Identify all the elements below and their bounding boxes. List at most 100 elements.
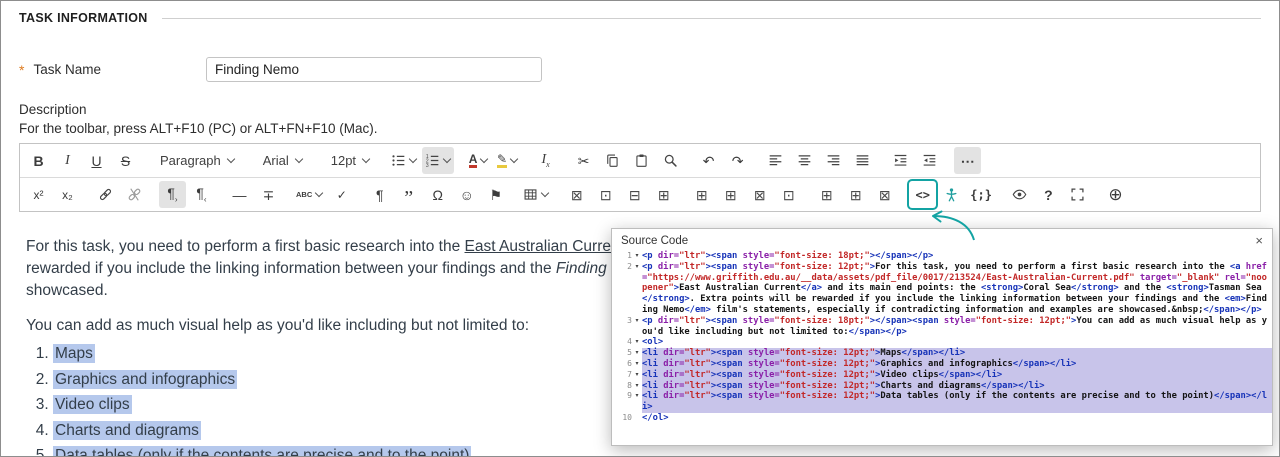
italic-button[interactable]: I xyxy=(54,147,81,174)
subscript-button[interactable]: x₂ xyxy=(54,181,81,208)
line-number: 2 xyxy=(627,261,632,271)
split-cell-button[interactable]: ⊞ xyxy=(650,181,677,208)
background-color-button[interactable]: ✎ xyxy=(494,147,521,174)
insert-row-below-button[interactable]: ⊞ xyxy=(717,181,744,208)
special-character-button[interactable]: Ω xyxy=(424,181,451,208)
source-code-dialog: Source Code × 1 ▾ <p dir="ltr"><span style… xyxy=(611,228,1273,446)
insert-content-icon: ⊕ xyxy=(1108,185,1123,204)
delete-column-icon: ⊠ xyxy=(878,186,891,203)
fold-marker-icon: ▾ xyxy=(635,263,639,270)
spellcheck-toggle-icon: ✓ xyxy=(336,187,347,202)
strikethrough-button[interactable]: S xyxy=(112,147,139,174)
code-sample-button[interactable]: {;} xyxy=(967,181,995,208)
horizontal-rule-button[interactable]: — xyxy=(226,181,253,208)
more-toolbar-options-button[interactable]: ⋯ xyxy=(954,147,982,174)
chevron-down-icon xyxy=(480,154,489,164)
insert-row-above-button[interactable]: ⊞ xyxy=(688,181,715,208)
close-icon[interactable]: × xyxy=(1255,234,1263,247)
blockquote-button[interactable]: ” xyxy=(395,181,422,208)
clear-formatting-button[interactable]: Ix xyxy=(532,147,559,174)
task-name-row: * Task Name xyxy=(19,57,1261,82)
text-color-button[interactable]: A xyxy=(465,147,492,174)
redo-button[interactable]: ↷ xyxy=(724,147,751,174)
align-left-button[interactable] xyxy=(762,147,789,174)
spellcheck-select[interactable]: ABC xyxy=(293,181,326,208)
outdent-icon xyxy=(922,153,937,168)
indent-button[interactable] xyxy=(887,147,914,174)
help-icon: ? xyxy=(1044,186,1053,203)
paste-icon xyxy=(634,153,649,168)
delete-row-button[interactable]: ⊠ xyxy=(746,181,773,208)
insert-row-below-icon: ⊞ xyxy=(724,186,737,203)
anchor-bookmark-button[interactable]: ⚑ xyxy=(482,181,509,208)
cut-button[interactable]: ✂ xyxy=(570,147,597,174)
toolbar-hint: For the toolbar, press ALT+F10 (PC) or A… xyxy=(19,121,378,136)
source-code-dialog-header: Source Code × xyxy=(612,229,1272,249)
line-number: 4 xyxy=(627,337,632,347)
font-family-select[interactable]: Arial xyxy=(253,147,310,174)
align-center-button[interactable] xyxy=(791,147,818,174)
merge-cells-button[interactable]: ⊟ xyxy=(621,181,648,208)
table-select[interactable] xyxy=(520,181,552,208)
task-edit-page: TASK INFORMATION * Task Name Description… xyxy=(0,0,1280,457)
ltr-button[interactable]: ¶› xyxy=(159,181,186,208)
bullet-list-button[interactable] xyxy=(388,147,420,174)
insert-column-before-button[interactable]: ⊞ xyxy=(813,181,840,208)
row-properties-button[interactable]: ⊡ xyxy=(775,181,802,208)
undo-button[interactable]: ↶ xyxy=(695,147,722,174)
font-size-select[interactable]: 12pt xyxy=(321,147,377,174)
insert-content-button[interactable]: ⊕ xyxy=(1102,181,1129,208)
find-replace-button[interactable] xyxy=(657,147,684,174)
spellcheck-toggle-button[interactable]: ✓ xyxy=(328,181,355,208)
remove-link-button[interactable] xyxy=(121,181,148,208)
source-code-button[interactable]: <> xyxy=(909,181,936,208)
outdent-button[interactable] xyxy=(916,147,943,174)
bold-icon: B xyxy=(33,152,44,169)
paragraph-format-select[interactable]: Paragraph xyxy=(150,147,242,174)
fold-marker-icon: ▾ xyxy=(635,339,639,346)
show-invisibles-button[interactable]: ¶ xyxy=(366,181,393,208)
fullscreen-button[interactable] xyxy=(1064,181,1091,208)
undo-icon: ↶ xyxy=(702,152,715,169)
delete-table-button[interactable]: ⊠ xyxy=(563,181,590,208)
background-color-icon: ✎ xyxy=(497,152,508,168)
code-sample-icon: {;} xyxy=(970,187,992,202)
accessibility-checker-button[interactable] xyxy=(938,181,965,208)
selected-text: Maps xyxy=(53,344,95,363)
align-justify-icon xyxy=(855,153,870,168)
help-button[interactable]: ? xyxy=(1035,181,1062,208)
table-cell-properties-button[interactable]: ⊡ xyxy=(592,181,619,208)
align-justify-button[interactable] xyxy=(849,147,876,174)
insert-column-after-button[interactable]: ⊞ xyxy=(842,181,869,208)
line-number: 6 xyxy=(627,358,632,368)
superscript-button[interactable]: x² xyxy=(25,181,52,208)
chevron-down-icon xyxy=(408,154,418,164)
page-break-button[interactable]: ∓ xyxy=(255,181,282,208)
fold-marker-icon: ▾ xyxy=(635,371,639,378)
blockquote-icon: ” xyxy=(404,187,414,209)
paste-button[interactable] xyxy=(628,147,655,174)
task-name-input[interactable] xyxy=(206,57,542,82)
strikethrough-icon: S xyxy=(120,152,131,169)
preview-button[interactable] xyxy=(1006,181,1033,208)
preview-icon xyxy=(1012,187,1027,202)
source-code-editor[interactable]: 1 ▾ <p dir="ltr"><span style="font-size: 1… xyxy=(612,249,1272,439)
code-text: <li dir="ltr"><span style="font-size: 12… xyxy=(642,391,1272,413)
copy-button[interactable] xyxy=(599,147,626,174)
code-line: 6 ▾ <li dir="ltr"><span style="font-size: … xyxy=(612,358,1272,370)
description-label: Description xyxy=(19,102,87,117)
bold-button[interactable]: B xyxy=(25,147,52,174)
underline-button[interactable]: U xyxy=(83,147,110,174)
code-text: </ol> xyxy=(642,412,669,423)
delete-column-button[interactable]: ⊠ xyxy=(871,181,898,208)
fold-marker-icon: ▾ xyxy=(635,360,639,367)
line-number: 5 xyxy=(627,348,632,358)
chevron-down-icon xyxy=(442,154,452,164)
emoticons-button[interactable]: ☺ xyxy=(453,181,480,208)
code-line: 7 ▾ <li dir="ltr"><span style="font-size: … xyxy=(612,369,1272,381)
align-right-button[interactable] xyxy=(820,147,847,174)
numbered-list-button[interactable] xyxy=(422,147,455,174)
spellcheck-icon: ABC xyxy=(296,189,313,199)
insert-link-button[interactable] xyxy=(92,181,119,208)
rtl-button[interactable]: ¶‹ xyxy=(188,181,215,208)
